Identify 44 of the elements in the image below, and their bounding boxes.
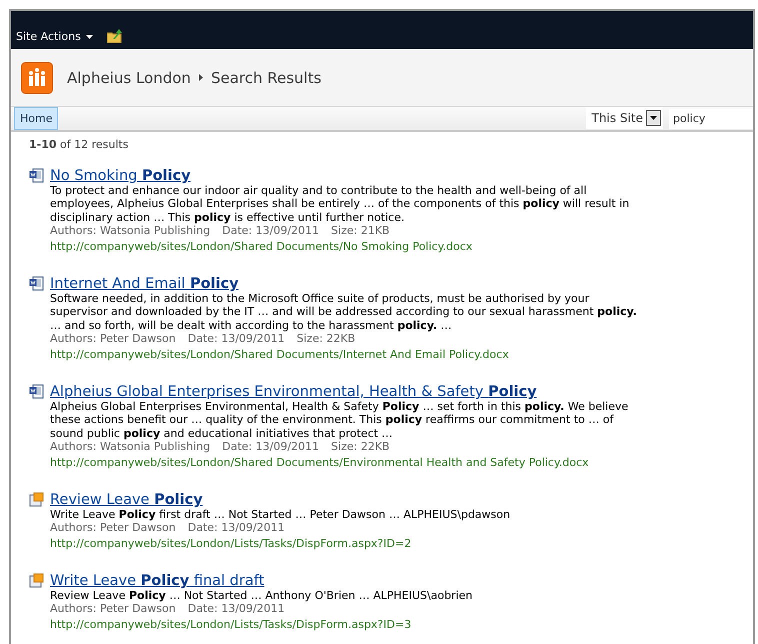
result-url: http://companyweb/sites/London/Shared Documents/Internet And Email Policy.docx (50, 348, 510, 361)
result-author: Authors: Watsonia Publishing (50, 440, 210, 454)
result-title-link[interactable]: Review Leave Policy (50, 492, 203, 508)
word-document-icon (29, 276, 44, 291)
results-count: 1-10 of 12 results (29, 138, 130, 151)
breadcrumb-arrow-icon (198, 74, 203, 82)
result-author: Authors: Peter Dawson (50, 332, 176, 346)
result-summary: Alpheius Global Enterprises Environmental, Health & Safety Policy … set forth in this policy. We believe these actions benefit our … quality of the environment. This policy reaffirms our commitment to … of sound public policy and educational initiatives that protect … (50, 400, 630, 440)
result-date: Date: 13/09/2011 (188, 332, 285, 346)
result-size: Size: 22KB (296, 332, 356, 346)
site-logo-icon (21, 62, 53, 94)
result-summary: Software needed, in addition to the Microsoft Office suite of products, must be authorised by your supervisor and downloaded by the IT … and will be addressed according to our sexual harassment policy. … and so forth, will be dealt with according to the harassment policy. … (50, 292, 638, 332)
word-document-icon (29, 384, 44, 399)
result-title-link[interactable]: Write Leave Policy final draft (50, 572, 264, 589)
result-author: Authors: Watsonia Publishing (50, 224, 210, 238)
result-date: Date: 13/09/2011 (222, 224, 320, 238)
result-summary: Review Leave Policy … Not Started … Anthony O'Brien … ALPHEIUS\aobrien (50, 588, 474, 602)
result-size: Size: 22KB (331, 440, 390, 454)
site-actions-menu[interactable]: Site Actions (16, 30, 93, 44)
task-icon (29, 572, 44, 588)
result-title-link[interactable]: Alpheius Global Enterprises Environmental, Health & Safety Policy (50, 384, 537, 400)
result-date: Date: 13/09/2011 (188, 602, 285, 616)
result-url: http://companyweb/sites/London/Shared Documents/No Smoking Policy.docx (50, 240, 474, 253)
result-title-link[interactable]: Internet And Email Policy (50, 276, 239, 292)
result-url: http://companyweb/sites/London/Lists/Tasks/DispForm.aspx?ID=3 (50, 618, 412, 631)
result-title-link[interactable]: No Smoking Policy (50, 168, 191, 184)
nav-tab[interactable]: Home (14, 106, 58, 130)
folder-arrow-icon[interactable] (106, 29, 123, 44)
word-document-icon (29, 168, 44, 183)
site-name-link[interactable]: Alpheius London (67, 68, 191, 87)
result-author: Authors: Peter Dawson (50, 602, 176, 616)
result-date: Date: 13/09/2011 (188, 521, 285, 535)
scope-dropdown[interactable]: This Site (586, 106, 663, 129)
result-url: http://companyweb/sites/London/Shared Documents/Environmental Health and Safety Policy.docx (50, 456, 590, 469)
task-icon (29, 492, 44, 507)
result-author: Authors: Peter Dawson (50, 521, 176, 535)
page-title: Search Results (210, 68, 322, 87)
result-date: Date: 13/09/2011 (222, 440, 320, 454)
caret-icon (86, 34, 93, 39)
result-summary: To protect and enhance our indoor air quality and to contribute to the health and well-being of all employees, Alpheius Global Enterprises shall be entirely … of the components of this policy will result in disciplinary action … This policy is effective until further notice. (50, 184, 630, 224)
result-summary: Write Leave Policy first draft … Not Started … Peter Dawson … ALPHEIUS\pdawson (50, 508, 512, 522)
result-url: http://companyweb/sites/London/Lists/Tasks/DispForm.aspx?ID=2 (50, 536, 412, 550)
result-size: Size: 21KB (331, 224, 390, 238)
search-field[interactable]: policy (669, 108, 753, 129)
